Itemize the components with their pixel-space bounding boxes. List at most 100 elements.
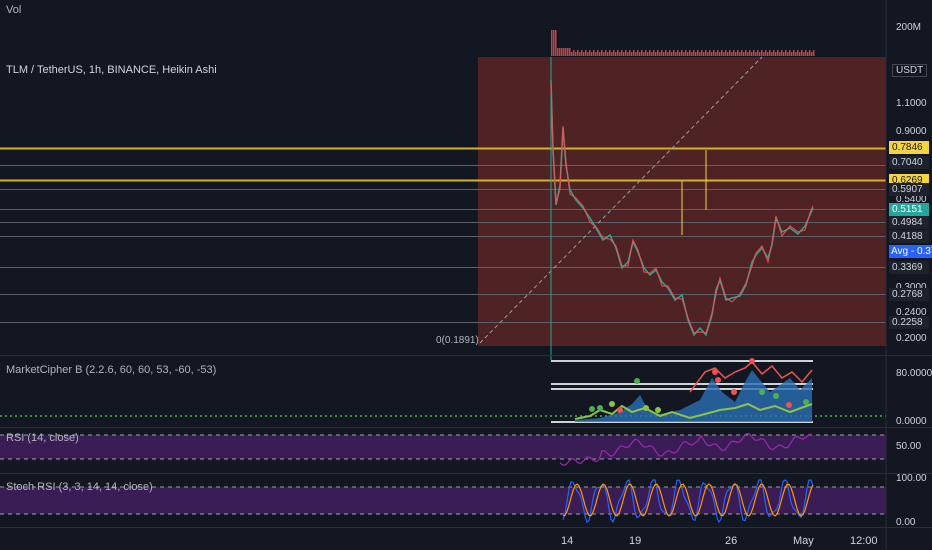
volume-bar xyxy=(765,50,767,56)
time-tick-1200: 12:00 xyxy=(850,535,878,547)
volume-bar xyxy=(769,50,771,56)
pane-separator-3[interactable] xyxy=(0,473,932,474)
volume-bar xyxy=(577,50,579,56)
currency-button[interactable]: USDT xyxy=(892,64,928,77)
volume-bar xyxy=(723,52,725,56)
volume-bar xyxy=(697,50,699,56)
volume-bar xyxy=(801,50,803,56)
volume-bar xyxy=(565,48,567,56)
price-badge-0-2768[interactable]: 0.2768 xyxy=(889,288,929,301)
rsi-axis-50: 50.00 xyxy=(896,441,922,452)
volume-bar xyxy=(793,50,795,56)
volume-bar xyxy=(559,48,561,56)
volume-bar xyxy=(667,52,669,56)
volume-bar xyxy=(583,52,585,56)
volume-bar xyxy=(763,52,765,56)
price-tick-1: 1.1000 xyxy=(896,98,927,109)
volume-bar xyxy=(773,50,775,56)
volume-bar xyxy=(739,52,741,56)
price-badge-0-3369[interactable]: 0.3369 xyxy=(889,261,929,274)
marketcipher-label[interactable]: MarketCipher B (2.2.6, 60, 60, 53, -60, … xyxy=(6,364,216,376)
price-badge-0-2258[interactable]: 0.2258 xyxy=(889,316,929,329)
volume-bars xyxy=(551,30,815,56)
mc-dot xyxy=(643,405,649,411)
volume-bar xyxy=(731,52,733,56)
volume-bar xyxy=(647,52,649,56)
volume-bar xyxy=(761,50,763,56)
mc-dot xyxy=(655,407,661,413)
volume-bar xyxy=(683,52,685,56)
volume-bar xyxy=(755,52,757,56)
volume-bar xyxy=(601,50,603,56)
volume-bar xyxy=(757,50,759,56)
mc-dot xyxy=(773,393,779,399)
volume-bar xyxy=(609,50,611,56)
volume-bar xyxy=(741,50,743,56)
volume-bar xyxy=(563,48,565,56)
volume-bar xyxy=(715,52,717,56)
volume-bar xyxy=(589,50,591,56)
volume-bar xyxy=(807,52,809,56)
volume-bar xyxy=(629,50,631,56)
volume-bar xyxy=(625,50,627,56)
volume-bar xyxy=(691,52,693,56)
volume-bar xyxy=(639,52,641,56)
time-tick-26: 26 xyxy=(725,535,738,547)
volume-bar xyxy=(751,52,753,56)
volume-bar xyxy=(729,50,731,56)
volume-bar xyxy=(779,52,781,56)
volume-bar xyxy=(767,52,769,56)
rsi-label[interactable]: RSI (14, close) xyxy=(6,432,79,444)
pane-separator-2[interactable] xyxy=(0,427,932,428)
volume-bar xyxy=(803,52,805,56)
volume-bar xyxy=(617,50,619,56)
tradingview-chart[interactable]: Vol TLM / TetherUS, 1h, BINANCE, Heikin … xyxy=(0,0,932,550)
volume-bar xyxy=(777,50,779,56)
volume-bar xyxy=(699,52,701,56)
mc-dot xyxy=(634,378,640,384)
volume-bar xyxy=(575,52,577,56)
price-tick-2: 0.9000 xyxy=(896,126,927,137)
volume-bar xyxy=(619,52,621,56)
volume-label[interactable]: Vol xyxy=(6,4,21,16)
volume-bar xyxy=(579,52,581,56)
volume-bar xyxy=(679,52,681,56)
volume-bar xyxy=(593,50,595,56)
mc-dot xyxy=(786,402,792,408)
price-badge-0-7040[interactable]: 0.7040 xyxy=(889,156,929,169)
price-badge-0-7846[interactable]: 0.7846 xyxy=(889,141,929,154)
volume-bar xyxy=(573,50,575,56)
volume-bar xyxy=(637,50,639,56)
volume-bar xyxy=(669,50,671,56)
volume-bar xyxy=(595,52,597,56)
volume-bar xyxy=(681,50,683,56)
price-chart-canvas[interactable] xyxy=(0,0,932,550)
volume-bar xyxy=(707,52,709,56)
price-badge-0-4188[interactable]: 0.4188 xyxy=(889,230,929,243)
volume-bar xyxy=(613,50,615,56)
stoch-rsi-label[interactable]: Stoch RSI (3, 3, 14, 14, close) xyxy=(6,481,153,493)
volume-bar xyxy=(719,52,721,56)
mc-dot xyxy=(597,405,603,411)
volume-bar xyxy=(603,52,605,56)
volume-bar xyxy=(753,50,755,56)
volume-bar xyxy=(771,52,773,56)
volume-bar xyxy=(721,50,723,56)
volume-bar xyxy=(643,52,645,56)
symbol-title[interactable]: TLM / TetherUS, 1h, BINANCE, Heikin Ashi xyxy=(6,64,217,76)
volume-bar xyxy=(551,30,553,56)
volume-bar xyxy=(709,50,711,56)
pane-separator-1[interactable] xyxy=(0,355,932,356)
volume-bar xyxy=(553,30,555,56)
volume-bar xyxy=(717,50,719,56)
price-badge-0-5151[interactable]: 0.5151 xyxy=(889,203,929,216)
volume-bar xyxy=(627,52,629,56)
price-badge-0-4984[interactable]: 0.4984 xyxy=(889,216,929,229)
mc-axis-0: 0.0000 xyxy=(896,416,927,427)
volume-bar xyxy=(737,50,739,56)
price-badge-0-5907[interactable]: 0.5907 xyxy=(889,183,929,196)
mc-axis-80: 80.0000 xyxy=(896,368,932,379)
volume-bar xyxy=(675,52,677,56)
volume-bar xyxy=(655,52,657,56)
avg-badge[interactable]: Avg - 0.3763 xyxy=(889,245,932,258)
